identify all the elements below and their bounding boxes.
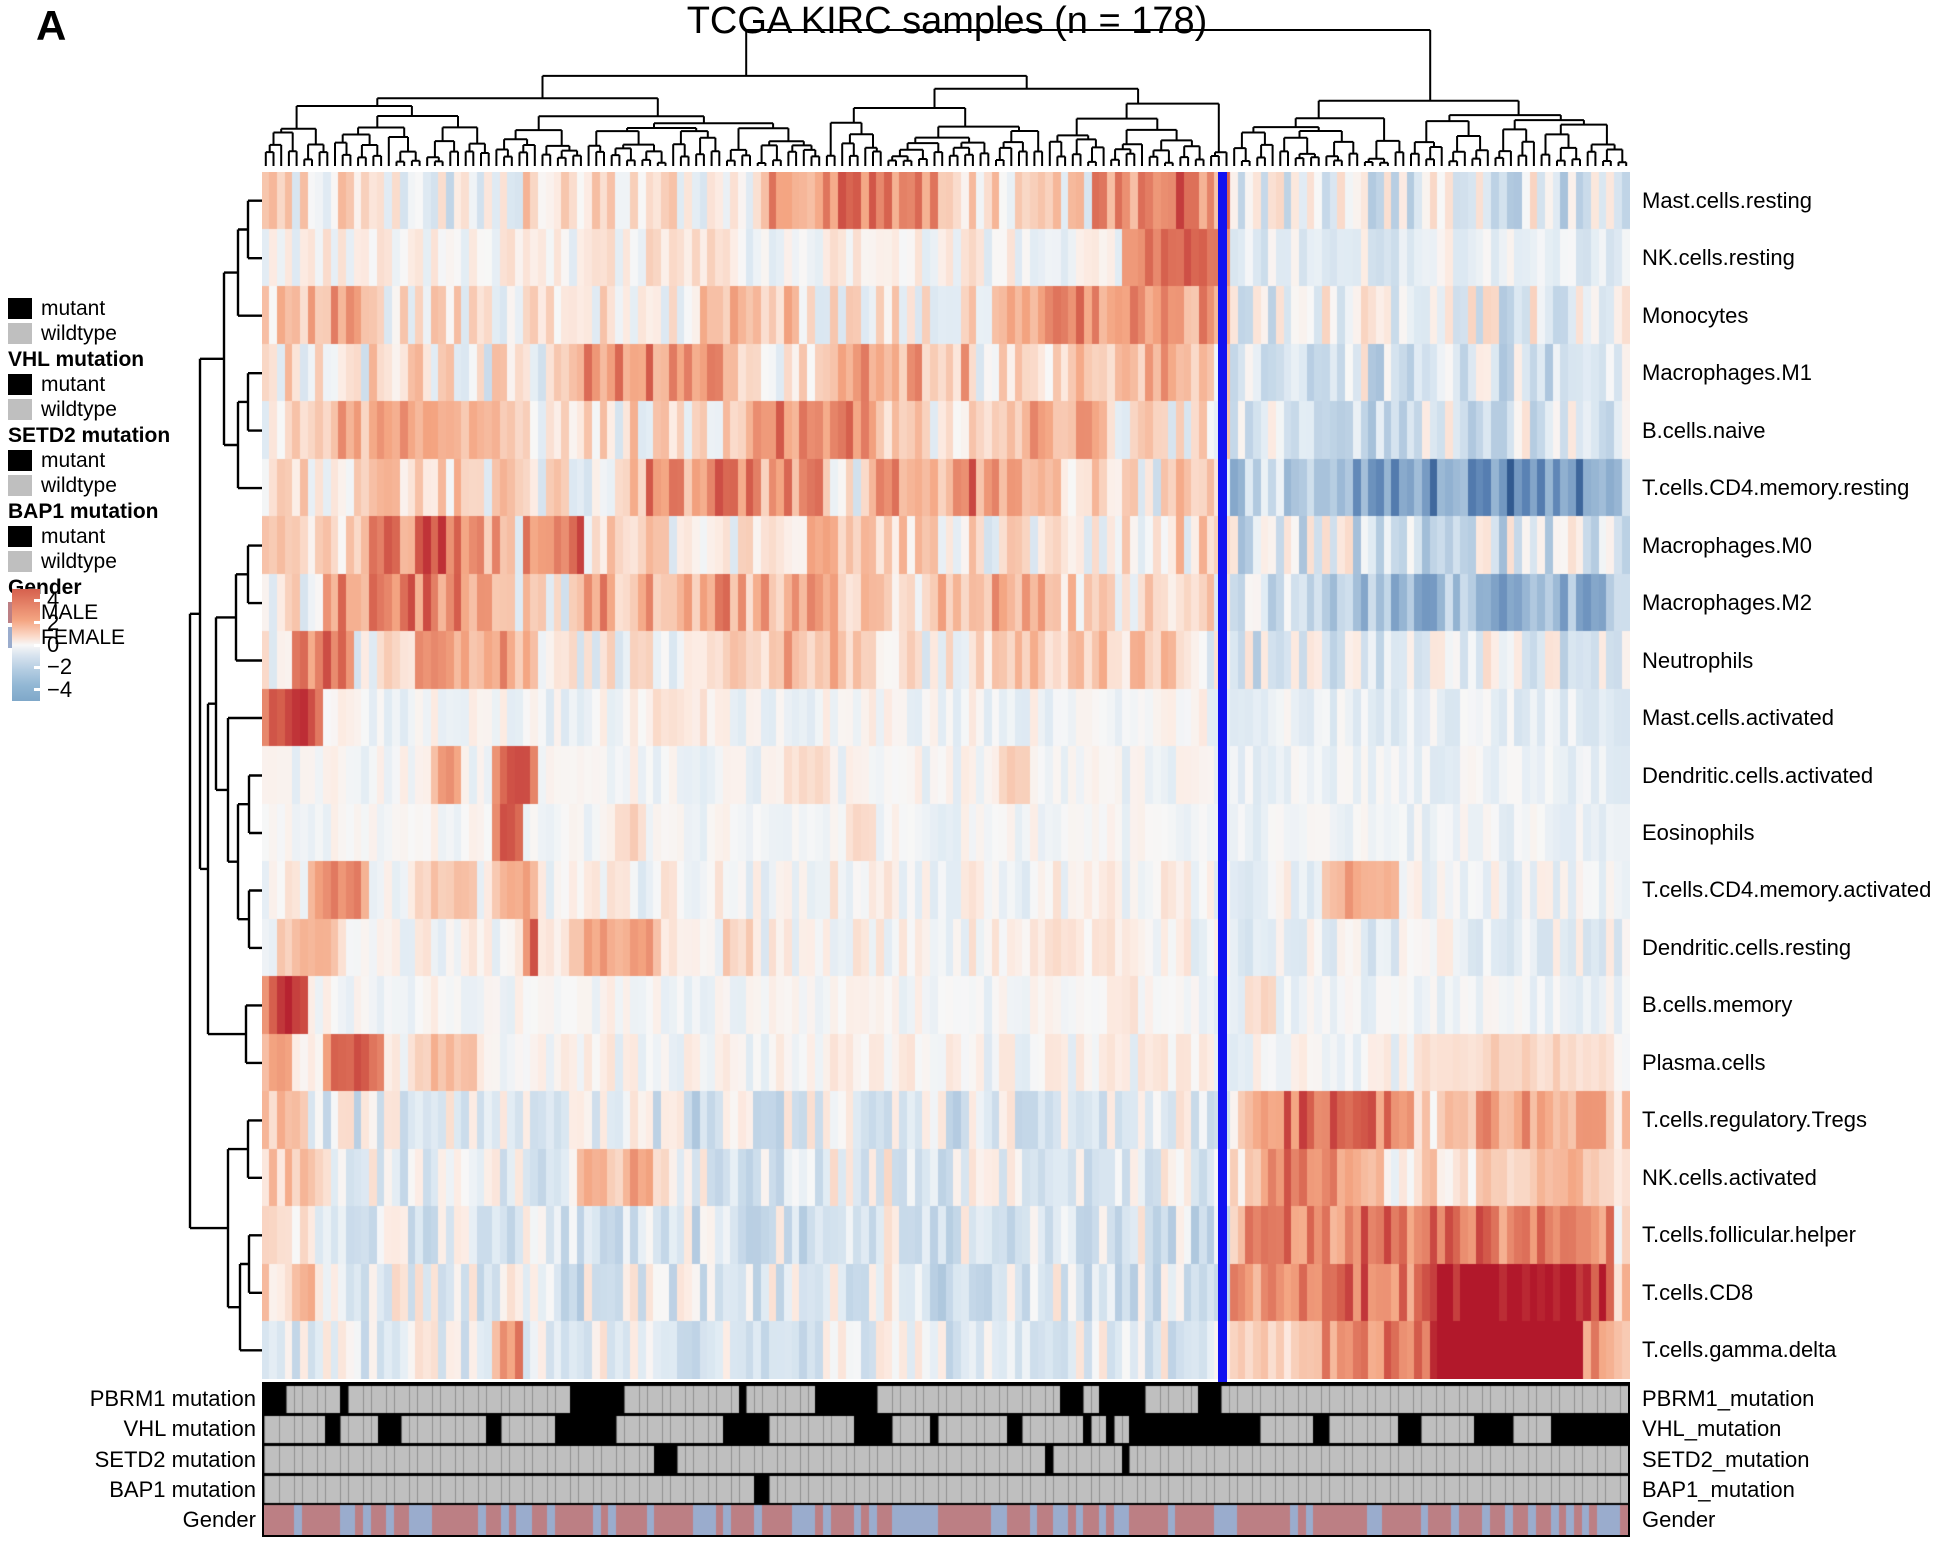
legend-item-label: mutant: [41, 525, 106, 548]
panel-letter: A: [36, 2, 67, 49]
annotation-left-labels: PBRM1 mutation VHL mutation SETD2 mutation…: [40, 1382, 256, 1537]
colorbar-tick-mark: [34, 643, 44, 647]
legend-item: wildtype: [8, 321, 208, 346]
row-label: T.cells.regulatory.Tregs: [1642, 1107, 1867, 1133]
colorbar-tick-mark: [34, 621, 44, 625]
colorbar: 4 2 0 −2 −4: [12, 587, 152, 704]
legend-swatch-icon: [8, 399, 32, 420]
legend-item-label: wildtype: [41, 322, 117, 345]
row-label: Monocytes: [1642, 302, 1749, 328]
legend-item: mutant: [8, 448, 208, 473]
row-label: Mast.cells.activated: [1642, 705, 1834, 731]
annotation-track-label: BAP1 mutation: [109, 1476, 256, 1502]
cluster-divider-line: [1218, 172, 1227, 1421]
column-dendrogram: [262, 26, 1630, 166]
column-dendrogram-path: [266, 30, 1626, 166]
annotation-track-label: VHL mutation: [123, 1416, 256, 1442]
heatmap-grid: [262, 172, 1630, 1379]
legend-swatch-icon: [8, 298, 32, 319]
row-label: B.cells.memory: [1642, 992, 1793, 1018]
annotation-track-label-right: Gender: [1642, 1506, 1716, 1532]
row-label: T.cells.CD8: [1642, 1279, 1754, 1305]
legend-item: mutant: [8, 524, 208, 549]
colorbar-tick-mark: [34, 688, 44, 692]
annotation-track-label-right: PBRM1_mutation: [1642, 1386, 1815, 1412]
row-label: Macrophages.M0: [1642, 532, 1812, 558]
legend-item: wildtype: [8, 397, 208, 422]
row-label: Mast.cells.resting: [1642, 187, 1812, 213]
legend-item: wildtype: [8, 473, 208, 498]
legend-item-label: mutant: [41, 373, 106, 396]
legend-swatch-icon: [8, 323, 32, 344]
legend-item-label: wildtype: [41, 398, 117, 421]
legend-item: wildtype: [8, 549, 208, 574]
legend-swatch-icon: [8, 374, 32, 395]
row-label: T.cells.CD4.memory.resting: [1642, 475, 1910, 501]
legend-group-title: VHL mutation: [8, 348, 145, 371]
row-label: T.cells.gamma.delta: [1642, 1337, 1837, 1363]
row-label: Plasma.cells: [1642, 1049, 1766, 1075]
row-label: Dendritic.cells.resting: [1642, 934, 1852, 960]
legend-swatch-icon: [8, 526, 32, 547]
legend-item-label: wildtype: [41, 550, 117, 573]
row-label: Dendritic.cells.activated: [1642, 762, 1874, 788]
annotation-track-label-right: BAP1_mutation: [1642, 1476, 1795, 1502]
legend-swatch-icon: [8, 450, 32, 471]
row-label: T.cells.CD4.memory.activated: [1642, 877, 1932, 903]
colorbar-tick-mark: [34, 598, 44, 602]
legend-group-title: SETD2 mutation: [8, 424, 171, 447]
legend-item-label: wildtype: [41, 474, 117, 497]
annotation-tracks: [262, 1382, 1630, 1537]
legend-item: mutant: [8, 372, 208, 397]
legend-swatch-icon: [8, 551, 32, 572]
row-label: B.cells.naive: [1642, 417, 1766, 443]
annotation-track-label: Gender: [182, 1506, 256, 1532]
row-dendrogram: [186, 172, 262, 1379]
annotation-track-label-right: SETD2_mutation: [1642, 1446, 1810, 1472]
colorbar-tick-mark: [34, 665, 44, 669]
legend-item-label: mutant: [41, 449, 106, 472]
annotation-track-label: SETD2 mutation: [94, 1446, 256, 1472]
row-label: NK.cells.activated: [1642, 1164, 1817, 1190]
row-label: Eosinophils: [1642, 819, 1755, 845]
row-label: Macrophages.M2: [1642, 590, 1812, 616]
row-dendrogram-path: [188, 199, 262, 1352]
colorbar-tick-label: −4: [47, 676, 73, 702]
legend-swatch-icon: [8, 475, 32, 496]
row-label: NK.cells.resting: [1642, 245, 1795, 271]
annotation-track-label-right: VHL_mutation: [1642, 1416, 1782, 1442]
row-label: Macrophages.M1: [1642, 360, 1812, 386]
legend-group-title: BAP1 mutation: [8, 500, 159, 523]
annotation-right-labels: PBRM1_mutation VHL_mutation SETD2_mutation…: [1642, 1382, 1941, 1537]
annotation-track-label: PBRM1 mutation: [89, 1386, 256, 1412]
row-label-list: Mast.cells.resting NK.cells.resting Monocy…: [1642, 172, 1941, 1379]
legend-item-label: mutant: [41, 297, 106, 320]
legend-item: mutant: [8, 296, 208, 321]
row-label: Neutrophils: [1642, 647, 1754, 673]
row-label: T.cells.follicular.helper: [1642, 1222, 1856, 1248]
